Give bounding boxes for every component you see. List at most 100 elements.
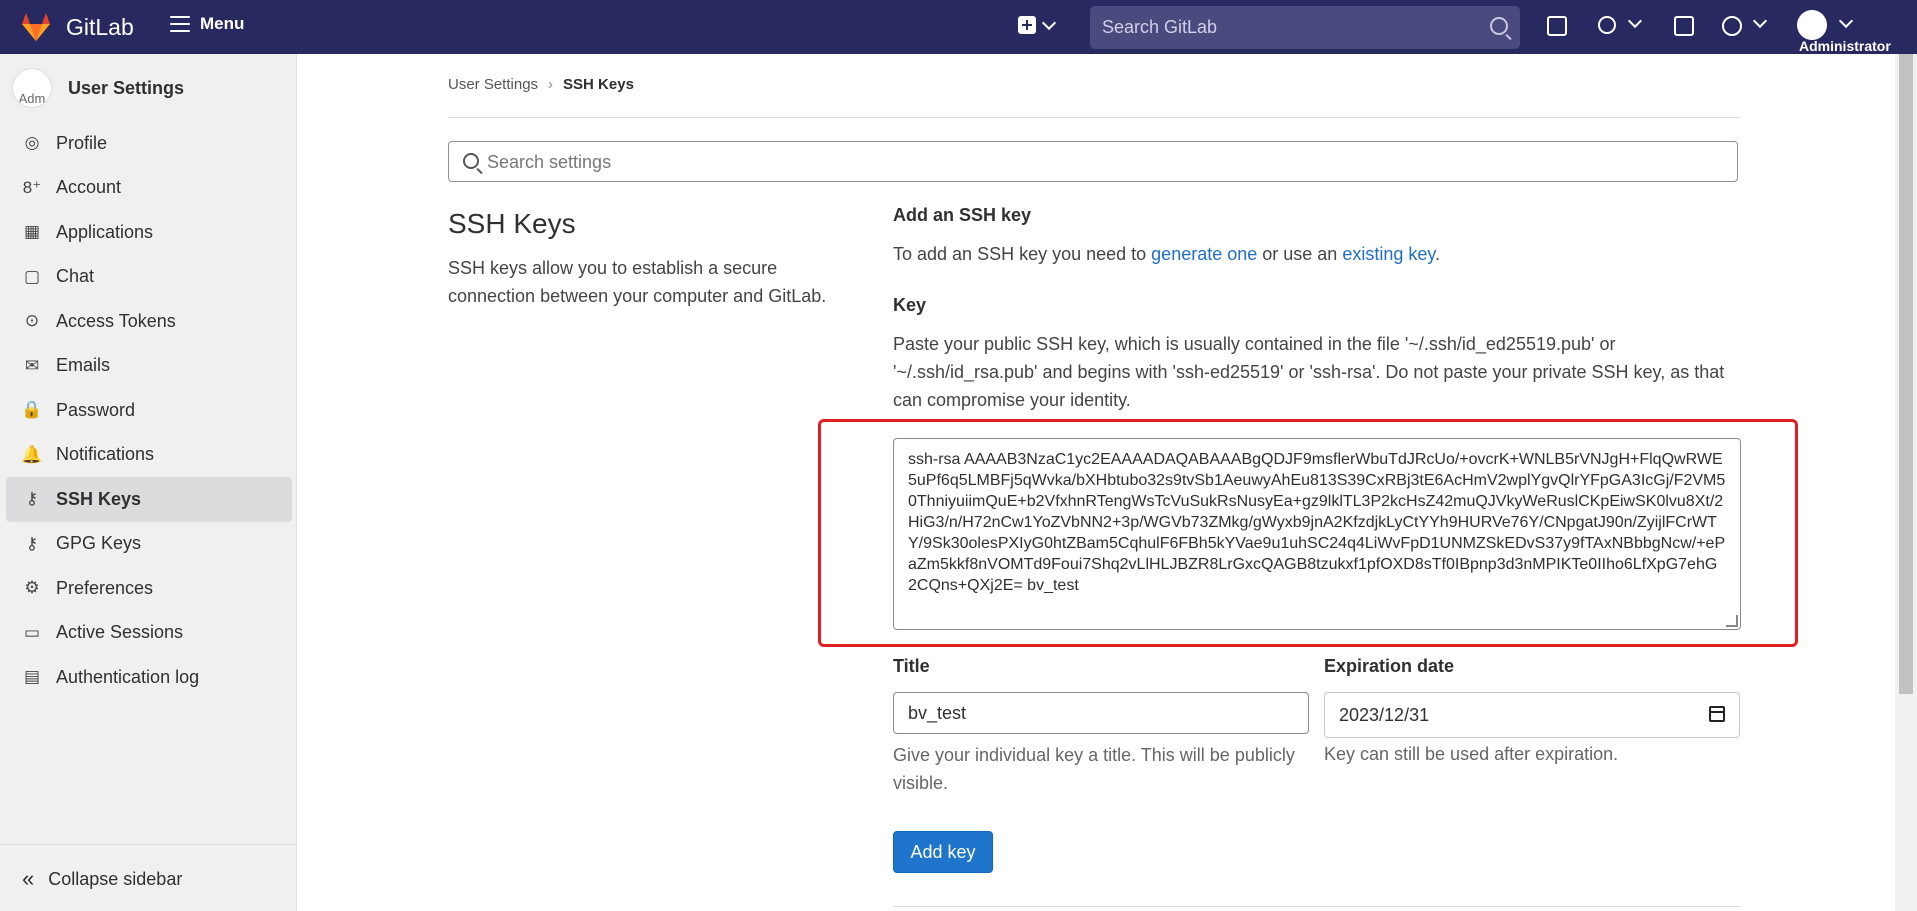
user-avatar[interactable]	[1797, 10, 1827, 40]
account-icon: 8⁺	[22, 177, 42, 197]
sidebar-item-active-sessions[interactable]: ▭ Active Sessions	[6, 611, 292, 656]
chevron-down-icon[interactable]	[1627, 13, 1643, 29]
sidebar-item-label: Authentication log	[56, 666, 200, 687]
title-input[interactable]: bv_test	[893, 692, 1309, 734]
intro-middle: or use an	[1257, 244, 1343, 264]
page-scrollbar[interactable]	[1895, 54, 1917, 911]
sidebar-item-gpg-keys[interactable]: ⚷ GPG Keys	[6, 522, 292, 567]
bell-icon: 🔔	[21, 444, 43, 464]
sidebar-item-preferences[interactable]: ⚙ Preferences	[6, 566, 292, 611]
title-help-text: Give your individual key a title. This w…	[893, 745, 1295, 793]
applications-icon: ▦	[23, 222, 41, 242]
key-label: Key	[893, 295, 927, 315]
add-key-heading: Add an SSH key	[893, 205, 1032, 225]
gpg-key-icon: ⚷	[25, 533, 39, 553]
sidebar-header[interactable]: Adm User Settings	[12, 68, 184, 108]
help-icon[interactable]	[1722, 16, 1742, 36]
collapse-sidebar-label: Collapse sidebar	[48, 868, 183, 889]
sidebar-item-chat[interactable]: ▢ Chat	[6, 255, 292, 300]
resize-handle-icon[interactable]	[1726, 615, 1738, 627]
sidebar-item-notifications[interactable]: 🔔 Notifications	[6, 433, 292, 478]
hamburger-icon	[170, 16, 190, 32]
breadcrumb-current[interactable]: SSH Keys	[563, 76, 634, 93]
chat-icon: ▢	[23, 266, 41, 286]
sidebar-item-applications[interactable]: ▦ Applications	[6, 210, 292, 255]
expiration-date-value: 2023/12/31	[1339, 705, 1430, 725]
sidebar-item-account[interactable]: 8⁺ Account	[6, 166, 292, 211]
sidebar-item-label: Access Tokens	[56, 310, 176, 331]
sidebar-item-authentication-log[interactable]: ▤ Authentication log	[6, 655, 292, 700]
collapse-sidebar-button[interactable]: « Collapse sidebar	[22, 866, 182, 892]
breadcrumb-parent[interactable]: User Settings	[448, 76, 538, 93]
todo-icon[interactable]	[1674, 16, 1694, 36]
merge-requests-icon[interactable]	[1598, 16, 1616, 34]
scrollbar-thumb[interactable]	[1899, 54, 1913, 694]
calendar-icon[interactable]	[1709, 706, 1725, 722]
sidebar-nav: ◎ Profile 8⁺ Account ▦ Applications ▢ Chat ⊙ Acce…	[6, 121, 292, 700]
monitor-icon: ▭	[23, 622, 41, 642]
breadcrumb: User Settings › SSH Keys	[448, 76, 634, 93]
settings-search-input[interactable]: Search settings	[448, 141, 1738, 182]
sidebar-item-access-tokens[interactable]: ⊙ Access Tokens	[6, 299, 292, 344]
divider	[0, 844, 296, 845]
user-name-label[interactable]: Administrator	[1799, 38, 1891, 54]
preferences-icon: ⚙	[24, 578, 40, 598]
email-icon: ✉	[24, 355, 40, 375]
add-key-button[interactable]: Add key	[893, 831, 993, 873]
add-key-intro: To add an SSH key you need to generate o…	[893, 244, 1440, 265]
global-search-input[interactable]: Search GitLab	[1090, 6, 1520, 49]
avatar: Adm	[12, 68, 52, 108]
sidebar-item-ssh-keys[interactable]: ⚷ SSH Keys	[6, 477, 292, 522]
page-title: SSH Keys	[448, 208, 576, 239]
sidebar-item-label: Emails	[56, 355, 111, 376]
sidebar-item-profile[interactable]: ◎ Profile	[6, 121, 292, 166]
sidebar-item-label: Profile	[56, 132, 108, 153]
ssh-key-textarea[interactable]: ssh-rsa AAAAB3NzaC1yc2EAAAADAQABAAABgQDJ…	[893, 438, 1741, 630]
log-icon: ▤	[23, 667, 41, 687]
sidebar-title: User Settings	[68, 77, 185, 98]
settings-sidebar: Adm User Settings ◎ Profile 8⁺ Account ▦ Appl…	[0, 54, 297, 911]
expiration-help-text: Key can still be used after expiration.	[1324, 744, 1619, 764]
sidebar-item-label: Password	[56, 399, 136, 420]
profile-icon: ◎	[24, 133, 40, 153]
chevron-down-icon	[1041, 15, 1057, 31]
section-description: SSH keys allow you to establish a secure…	[448, 258, 827, 306]
title-label: Title	[893, 656, 930, 676]
generate-one-link[interactable]: generate one	[1151, 244, 1257, 264]
search-icon	[1490, 17, 1508, 35]
plus-square-icon	[1018, 16, 1036, 34]
sidebar-item-label: Chat	[56, 266, 95, 287]
expiration-date-input[interactable]: 2023/12/31	[1324, 692, 1740, 738]
sidebar-item-label: Active Sessions	[56, 622, 184, 643]
sidebar-item-label: SSH Keys	[56, 488, 142, 509]
key-icon: ⚷	[25, 489, 39, 509]
token-icon: ⊙	[24, 311, 40, 331]
intro-prefix: To add an SSH key you need to	[893, 244, 1152, 264]
menu-button[interactable]: Menu	[170, 14, 244, 34]
sidebar-item-label: Applications	[56, 221, 154, 242]
divider	[448, 117, 1740, 118]
lock-icon: 🔒	[21, 400, 43, 420]
search-icon	[463, 153, 479, 169]
chevron-down-icon[interactable]	[1838, 13, 1854, 29]
divider	[893, 906, 1741, 907]
menu-label: Menu	[200, 14, 245, 33]
intro-suffix: .	[1435, 244, 1441, 264]
gitlab-logo-icon[interactable]	[20, 12, 52, 42]
chevron-down-icon[interactable]	[1752, 13, 1768, 29]
sidebar-item-label: GPG Keys	[56, 533, 142, 554]
top-navbar: GitLab Menu Search GitLab Administrator	[0, 0, 1917, 54]
settings-search-placeholder: Search settings	[487, 152, 612, 172]
issues-icon[interactable]	[1547, 16, 1567, 36]
sidebar-item-emails[interactable]: ✉ Emails	[6, 344, 292, 389]
key-help-text: Paste your public SSH key, which is usua…	[893, 334, 1725, 410]
existing-key-link[interactable]: existing key	[1342, 244, 1435, 264]
expiration-label: Expiration date	[1324, 656, 1455, 676]
breadcrumb-separator: ›	[548, 76, 554, 93]
new-item-dropdown[interactable]	[1018, 15, 1057, 34]
double-chevron-left-icon: «	[22, 866, 35, 891]
sidebar-item-password[interactable]: 🔒 Password	[6, 388, 292, 433]
global-search-placeholder: Search GitLab	[1102, 17, 1218, 37]
sidebar-item-label: Preferences	[56, 577, 154, 598]
brand-name[interactable]: GitLab	[66, 14, 134, 41]
